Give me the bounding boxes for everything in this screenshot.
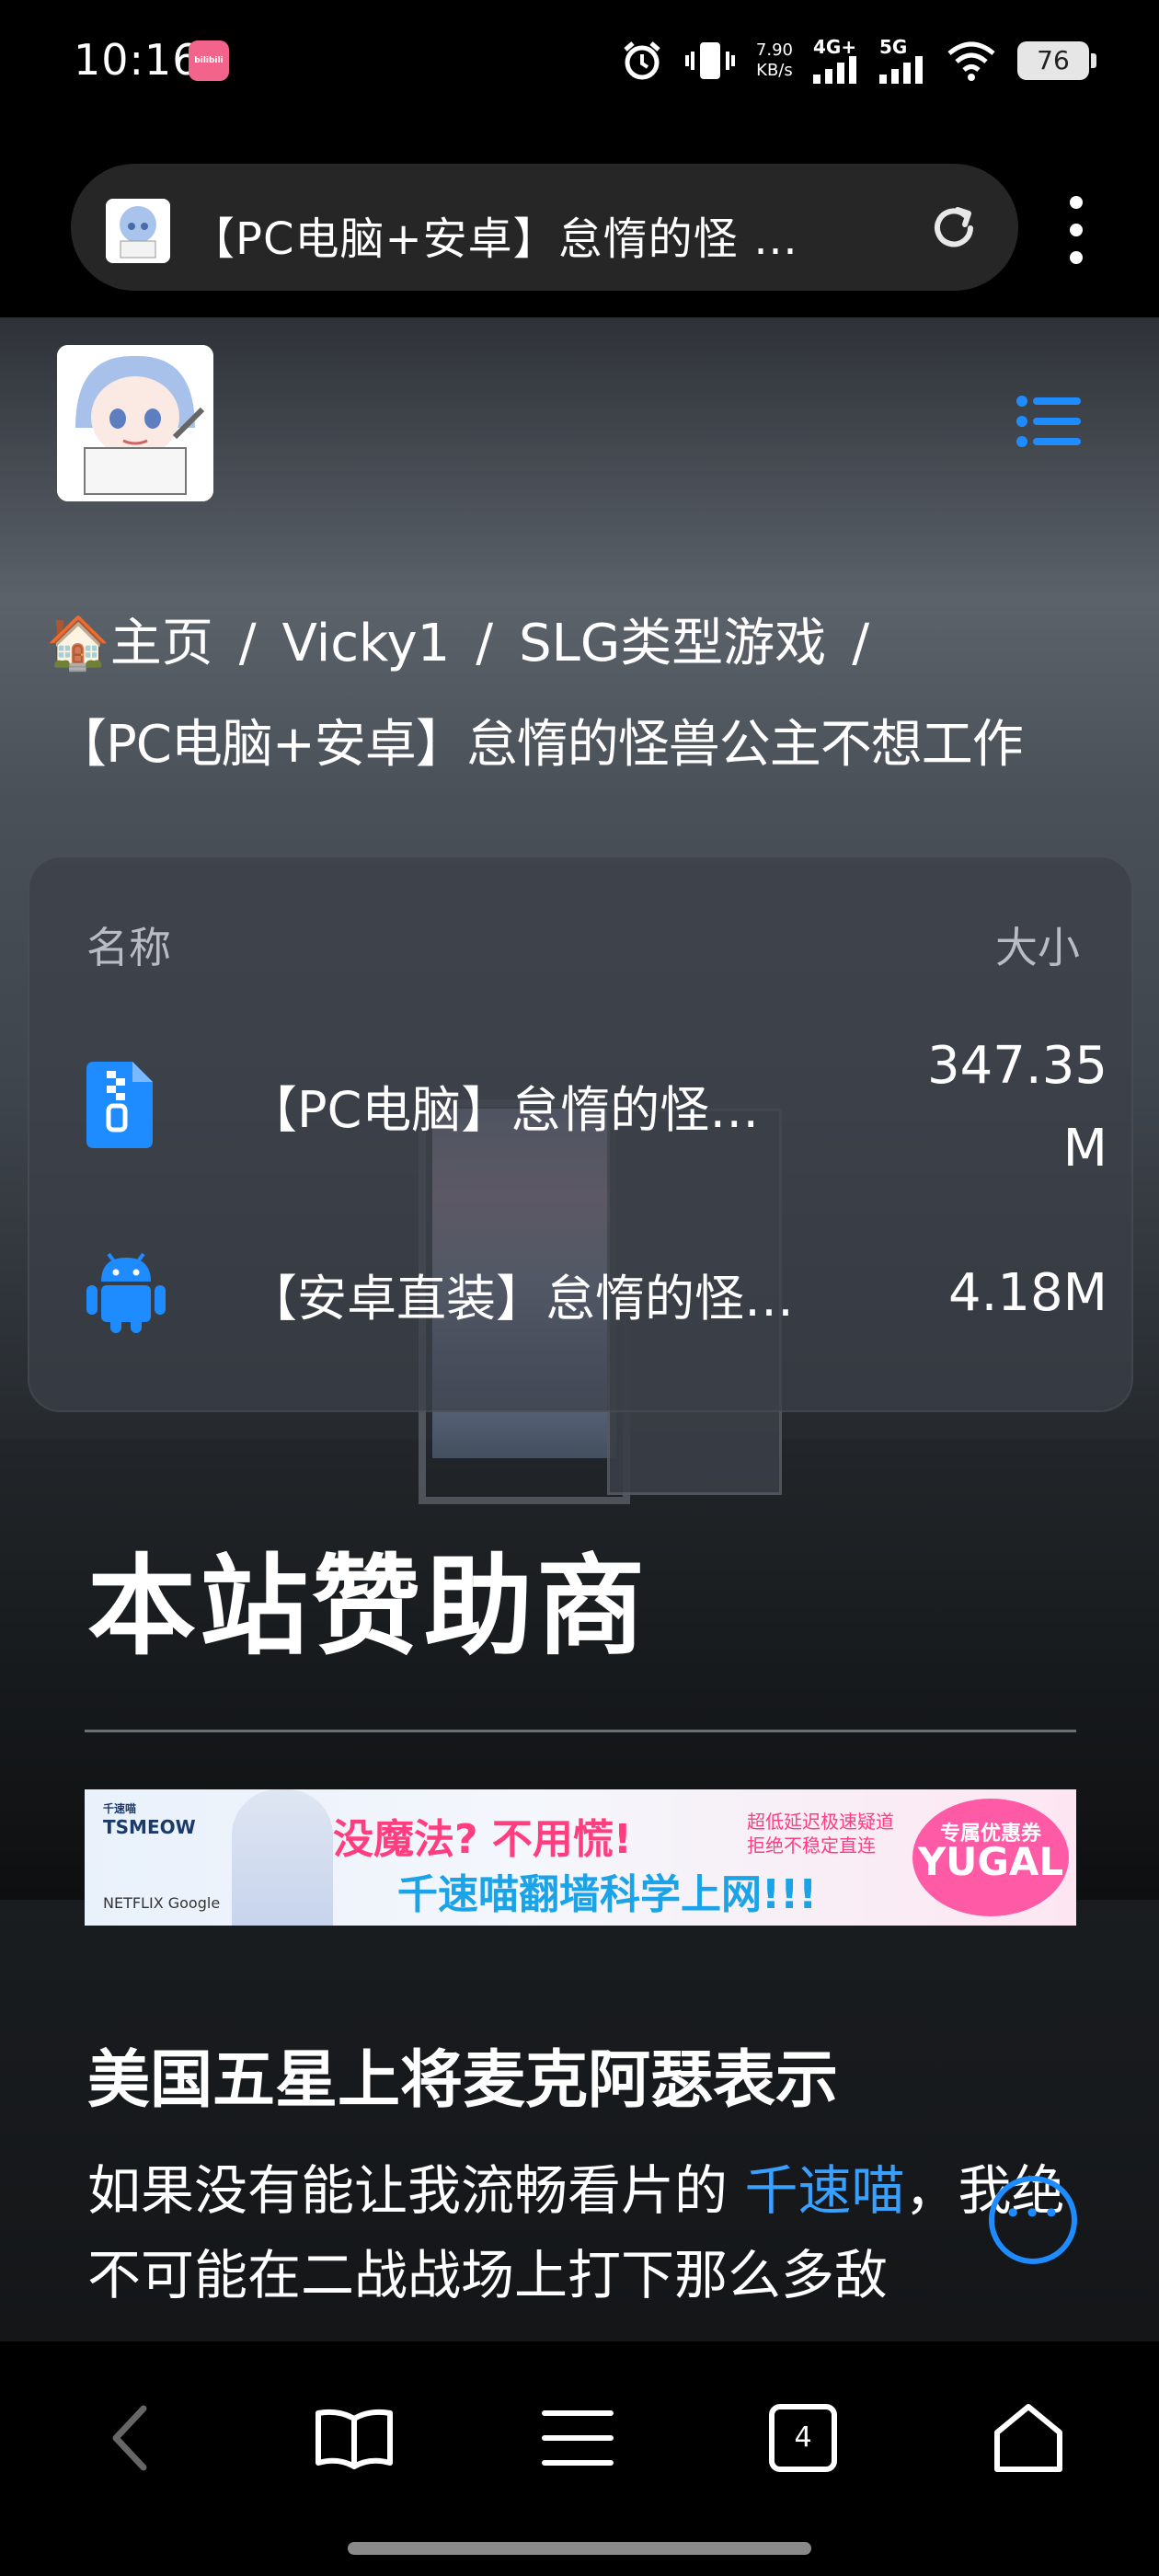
article-link[interactable]: 千速喵 — [744, 2159, 904, 2222]
article-paragraph: 如果没有能让我流畅看片的 千速喵，我绝不可能在二战战场上打下那么多敌 — [87, 2148, 1099, 2317]
wifi-icon — [947, 41, 995, 81]
menu-button[interactable] — [532, 2392, 624, 2484]
section-divider — [85, 1730, 1076, 1732]
breadcrumb-separator: / — [238, 614, 257, 673]
signal-4g: 4G+ — [813, 38, 859, 84]
breadcrumb-home-label: 主页 — [109, 614, 213, 673]
site-logo[interactable] — [57, 345, 213, 501]
bookmarks-button[interactable] — [308, 2392, 400, 2484]
breadcrumb-separator: / — [852, 614, 870, 673]
banner-side-line: 超低延迟极速疑道 — [747, 1811, 894, 1833]
banner-headline: 没魔法? 不用慌! — [333, 1816, 632, 1863]
banner-brand-name: TSMEOW — [103, 1816, 196, 1838]
sponsor-banner[interactable]: 千速喵 TSMEOW NETFLIX Google 没魔法? 不用慌! 千速喵翻… — [85, 1789, 1076, 1926]
file-name: 【安卓直装】怠惰的怪… — [247, 1270, 794, 1328]
breadcrumb-item-user[interactable]: Vicky1 — [282, 614, 451, 673]
net-speed-value: 7.90 — [755, 40, 793, 60]
status-time: 10:16 — [74, 35, 201, 85]
home-button[interactable] — [982, 2392, 1074, 2484]
battery-indicator: 76 — [1017, 41, 1096, 80]
house-icon: 🏠 — [46, 614, 110, 673]
banner-side-line: 拒绝不稳定直连 — [747, 1834, 876, 1857]
file-size: 4.18M — [896, 1252, 1107, 1335]
back-arrow-icon — [112, 2405, 147, 2471]
banner-coupon-badge: 专属优惠券 YUGAL — [912, 1799, 1069, 1916]
file-size-value: 347.35 — [927, 1036, 1107, 1096]
banner-mascot-image — [232, 1789, 333, 1926]
reload-icon[interactable] — [926, 201, 981, 256]
banner-brand-small: 千速喵 — [103, 1802, 137, 1815]
home-indicator[interactable] — [348, 2542, 811, 2555]
column-header-name: 名称 — [86, 923, 171, 972]
android-icon — [86, 1252, 166, 1333]
status-bar: 10:16 bilibili 7.90 KB/s 4G+ 5G 76 — [0, 0, 1159, 138]
tab-count: 4 — [794, 2421, 812, 2454]
breadcrumb-current: 【PC电脑+安卓】怠惰的怪兽公主不想工作 — [55, 715, 1024, 775]
network-speed: 7.90 KB/s — [756, 40, 793, 81]
site-favicon — [106, 199, 170, 263]
home-icon — [994, 2404, 1062, 2472]
more-options-icon[interactable] — [1062, 193, 1090, 267]
page-title-in-address-bar: 【PC电脑+安卓】怠惰的怪 … — [190, 213, 798, 265]
tabs-count-icon: 4 — [769, 2404, 837, 2472]
browser-bottom-nav: 4 — [0, 2341, 1159, 2576]
article-text: 如果没有能让我流畅看片的 — [87, 2159, 745, 2222]
banner-badge-code: YUGAL — [917, 1839, 1064, 1884]
file-size-value: 4.18M — [947, 1263, 1107, 1323]
file-size: 347.35 M — [896, 1025, 1107, 1190]
breadcrumb-home[interactable]: 🏠主页 — [46, 614, 213, 673]
hamburger-icon — [542, 2410, 614, 2466]
file-list-header: 名称 大小 — [86, 914, 1080, 975]
file-row[interactable]: 【安卓直装】怠惰的怪… 4.18M — [86, 1239, 1107, 1350]
tabs-button[interactable]: 4 — [757, 2392, 849, 2484]
column-header-size: 大小 — [995, 923, 1080, 972]
file-name: 【PC电脑】怠惰的怪… — [247, 1081, 760, 1139]
sponsor-section-title: 本站赞助商 — [87, 1542, 649, 1670]
file-list-card: 名称 大小 【PC电脑】怠惰的怪… 347.35 M 【安卓直装】怠惰的怪… 4… — [28, 856, 1133, 1412]
cell-signal-icon — [879, 56, 923, 84]
back-button[interactable] — [85, 2392, 177, 2484]
status-indicators: 7.90 KB/s 4G+ 5G 76 — [620, 33, 1096, 88]
bilibili-app-icon: bilibili — [189, 40, 229, 81]
book-icon — [316, 2409, 393, 2469]
banner-brand: 千速喵 TSMEOW — [103, 1800, 196, 1838]
net-speed-unit: KB/s — [756, 61, 793, 80]
banner-partner-logos: NETFLIX Google — [103, 1894, 221, 1912]
file-size-unit: M — [1062, 1119, 1107, 1179]
more-actions-floating-button[interactable] — [989, 2176, 1077, 2264]
web-page: 🏠主页 / Vicky1 / SLG类型游戏 / 【PC电脑+安卓】怠惰的怪兽公主不想工作… — [0, 317, 1159, 2341]
zip-file-icon — [86, 1062, 153, 1148]
banner-subheadline: 千速喵翻墙科学上网!!! — [397, 1871, 818, 1918]
alarm-icon — [624, 41, 660, 80]
vibrate-icon — [684, 42, 735, 79]
browser-toolbar: 【PC电脑+安卓】怠惰的怪 … — [0, 138, 1159, 317]
signal-5g-label: 5G — [879, 36, 908, 58]
banner-side-text: 超低延迟极速疑道 拒绝不稳定直连 — [747, 1810, 894, 1857]
breadcrumb-separator: / — [476, 614, 494, 673]
breadcrumb-item-category[interactable]: SLG类型游戏 — [519, 614, 826, 673]
menu-icon[interactable] — [1016, 396, 1081, 447]
breadcrumb: 🏠主页 / Vicky1 / SLG类型游戏 / 【PC电脑+安卓】怠惰的怪兽公主不想工作 — [46, 593, 1131, 796]
file-row[interactable]: 【PC电脑】怠惰的怪… 347.35 M — [86, 1032, 1107, 1179]
cell-signal-icon — [813, 56, 856, 84]
signal-5g: 5G — [879, 38, 925, 84]
article-heading: 美国五星上将麦克阿瑟表示 — [87, 2044, 839, 2117]
signal-4g-label: 4G+ — [813, 36, 857, 58]
address-bar[interactable]: 【PC电脑+安卓】怠惰的怪 … — [71, 164, 1018, 291]
